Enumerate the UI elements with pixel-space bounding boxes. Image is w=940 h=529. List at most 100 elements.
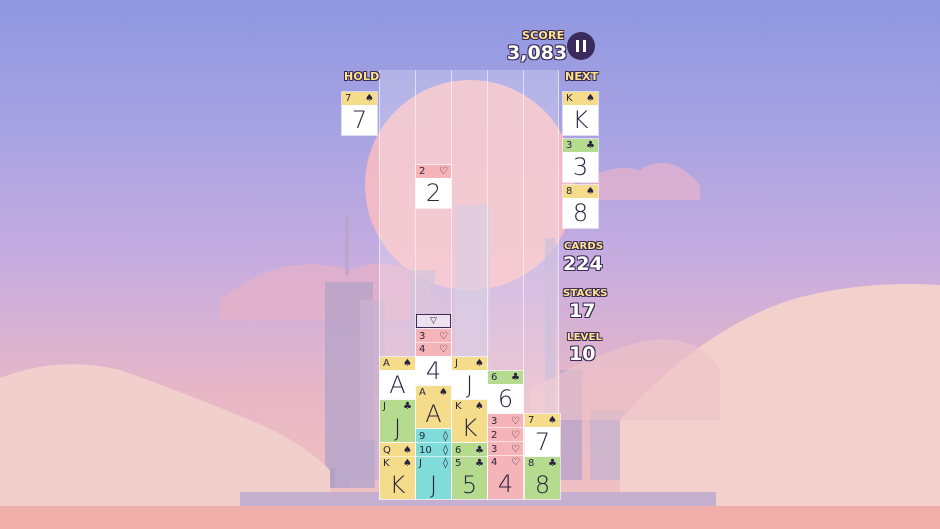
stack-card: 6 ♣ 6 — [488, 371, 523, 413]
card-face: 2 — [425, 179, 442, 207]
card-rank: 4 — [419, 344, 426, 355]
stack-card: 2 ♡ — [488, 428, 523, 442]
spade-icon: ♠ — [475, 358, 484, 369]
heart-icon: ♡ — [439, 344, 448, 355]
stack-card: J ◊ J — [416, 457, 451, 499]
spade-icon: ♠ — [475, 401, 484, 412]
club-icon: ♣ — [475, 458, 484, 469]
card-face: K — [452, 413, 487, 442]
card-rank: 6 — [491, 372, 498, 383]
card-rank: K — [383, 458, 390, 469]
card-face: J — [465, 370, 474, 399]
stack-card: 8 ♣ 8 — [525, 457, 560, 499]
card-rank: 2 — [419, 166, 426, 177]
stacks-label: STACKS — [563, 288, 608, 299]
card-rank: J — [419, 458, 422, 469]
club-icon: ♣ — [586, 140, 595, 151]
stack-card: A ♠ A — [380, 357, 415, 399]
heart-icon: ♡ — [511, 457, 520, 468]
card-face: J — [416, 470, 451, 499]
heart-icon: ♡ — [511, 429, 520, 441]
card-rank: 8 — [566, 186, 573, 197]
card-face: 4 — [425, 356, 442, 385]
card-face: A — [416, 399, 451, 428]
card-face: 8 — [572, 199, 589, 227]
card-face: A — [389, 370, 406, 399]
card-rank: 3 — [566, 140, 573, 151]
card-rank: 8 — [528, 458, 535, 469]
heart-icon: ♡ — [511, 443, 520, 455]
cards-label: CARDS — [564, 241, 604, 252]
card-rank: Q — [383, 444, 391, 456]
card-rank: 3 — [491, 415, 498, 427]
card-rank: J — [383, 401, 386, 412]
stack-card: A ♠ A — [416, 386, 451, 428]
score-value: 3,083 — [507, 42, 568, 64]
stack-card: 3 ♡ — [416, 329, 451, 343]
card-rank: 4 — [491, 457, 498, 468]
stack-card: 10 ◊ — [416, 443, 451, 457]
next-card-1: K ♠ K — [563, 92, 598, 135]
club-icon: ♣ — [403, 401, 412, 412]
next-card-3: 8 ♠ 8 — [563, 185, 598, 228]
card-face: 3 — [572, 153, 589, 181]
stack-card: 5 ♣ 5 — [452, 457, 487, 499]
falling-card[interactable]: 2 ♡ 2 — [416, 165, 451, 208]
card-face: 4 — [488, 469, 523, 499]
spade-icon: ♠ — [403, 458, 412, 469]
spade-icon: ♠ — [403, 358, 412, 369]
stack-card: 9 ◊ — [416, 429, 451, 443]
club-icon: ♣ — [475, 444, 484, 456]
score-label: SCORE — [522, 29, 565, 42]
card-rank: K — [455, 401, 462, 412]
card-rank: 7 — [528, 415, 535, 426]
triangle-down-icon: ▽ — [430, 316, 437, 326]
spade-icon: ♠ — [586, 93, 595, 104]
diamond-icon: ◊ — [443, 458, 448, 469]
card-rank: J — [455, 358, 458, 369]
stack-card: Q ♠ — [380, 443, 415, 457]
spade-icon: ♠ — [548, 415, 557, 426]
hold-card[interactable]: 7 ♠ 7 — [342, 92, 377, 135]
cards-value: 224 — [563, 253, 603, 275]
card-face: 6 — [497, 384, 514, 413]
card-rank: A — [383, 358, 390, 369]
heart-icon: ♡ — [439, 330, 448, 342]
diamond-icon: ◊ — [443, 444, 448, 456]
stack-card: 6 ♣ — [452, 443, 487, 457]
stack-card: 7 ♠ 7 — [525, 414, 560, 456]
stacks-value: 17 — [569, 300, 596, 322]
next-label: NEXT — [565, 70, 599, 83]
stack-card: K ♠ K — [380, 457, 415, 499]
club-icon: ♣ — [548, 458, 557, 469]
card-rank: 6 — [455, 444, 462, 456]
diamond-icon: ◊ — [443, 430, 448, 442]
heart-icon: ♡ — [439, 166, 448, 177]
card-rank: 10 — [419, 444, 432, 456]
stack-card: K ♠ K — [452, 400, 487, 442]
card-face: 8 — [525, 470, 560, 499]
card-rank: 7 — [345, 93, 352, 104]
card-face: J — [380, 413, 415, 442]
card-face: 7 — [351, 106, 368, 134]
card-rank: 2 — [491, 429, 498, 441]
card-face: K — [380, 470, 415, 499]
card-rank: A — [419, 387, 426, 398]
card-face: K — [572, 106, 589, 134]
card-rank: 9 — [419, 430, 426, 442]
club-icon: ♣ — [511, 372, 520, 383]
level-value: 10 — [569, 343, 596, 365]
level-label: LEVEL — [567, 332, 603, 343]
stack-card: J ♣ J — [380, 400, 415, 442]
stack-card: 4 ♡ 4 — [416, 343, 451, 385]
card-rank: 5 — [455, 458, 462, 469]
stack-card: 3 ♡ — [488, 442, 523, 456]
pause-button[interactable] — [567, 32, 595, 60]
spade-icon: ♠ — [403, 444, 412, 456]
pause-icon — [576, 40, 579, 52]
stack-card: 4 ♡ 4 — [488, 456, 523, 499]
stack-card: J ♠ J — [452, 357, 487, 399]
card-rank: 3 — [419, 330, 426, 342]
spade-icon: ♠ — [439, 387, 448, 398]
card-face: 7 — [534, 427, 551, 456]
